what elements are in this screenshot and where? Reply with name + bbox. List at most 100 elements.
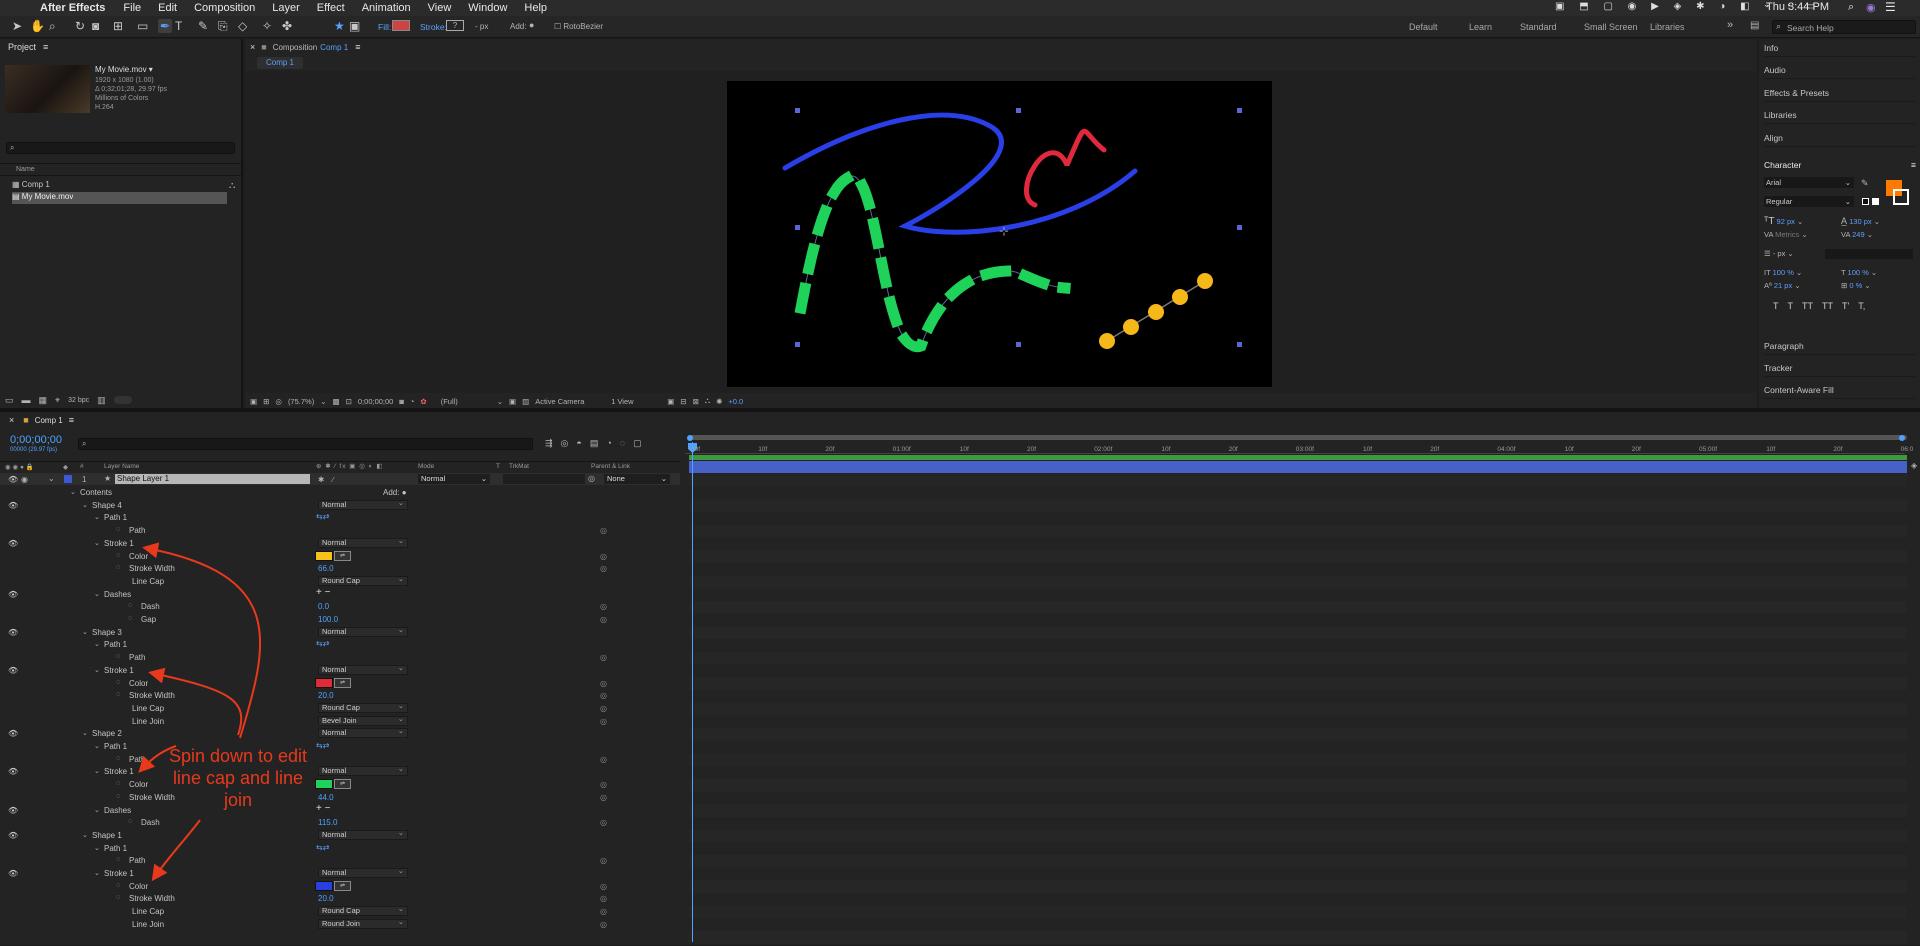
text-style-button[interactable]: T <box>1788 301 1794 311</box>
stopwatch-icon[interactable]: ◌ <box>116 552 120 559</box>
graph-editor-icon[interactable]: ◌ <box>620 438 625 449</box>
footage-name[interactable]: My Movie.mov ▾ <box>95 65 153 74</box>
color-swatch[interactable] <box>315 677 333 688</box>
expand-chevron-icon[interactable]: ⌄ <box>94 844 100 852</box>
property-dropdown[interactable]: Normal <box>318 664 408 675</box>
property-dropdown[interactable]: Normal <box>318 765 408 777</box>
anchor-point-icon[interactable]: ⊹ <box>999 224 1009 238</box>
tracking-field[interactable]: VA 249 ⌄ <box>1841 230 1873 239</box>
menu-edit[interactable]: Edit <box>158 2 177 14</box>
comp-end-marker-icon[interactable]: ◈ <box>1911 461 1917 470</box>
property-row-path-1[interactable]: ⌄ Path 1 ⇆⇄ <box>0 511 680 524</box>
eyedropper-icon[interactable]: ⇌ <box>334 779 351 790</box>
panel-libraries[interactable]: Libraries <box>1764 106 1916 124</box>
menu-animation[interactable]: Animation <box>362 2 411 14</box>
spotlight-icon[interactable]: ⌕ <box>1848 1 1854 14</box>
property-dropdown[interactable]: Round Cap <box>318 905 408 917</box>
expand-chevron-icon[interactable]: ⌄ <box>94 666 100 674</box>
timeline-timecode[interactable]: 0;00;00;00 <box>10 434 62 446</box>
property-row-line-join[interactable]: Line Join Round Join ◎ <box>0 918 680 931</box>
help-search-field[interactable]: ⌕ Search Help <box>1772 20 1916 34</box>
layer-switches-header[interactable]: ⊕ ✱ ⁄ fx ▣ ◎ ◐ ◧ <box>316 462 384 470</box>
path-direction-icon[interactable]: ⇆⇄ <box>316 843 329 852</box>
stroke-order-dropdown[interactable] <box>1825 249 1913 259</box>
stopwatch-icon[interactable]: ◌ <box>116 793 120 800</box>
visibility-eye-icon[interactable]: 👁 <box>8 831 18 840</box>
current-time-indicator[interactable] <box>692 442 693 942</box>
pickwhip-icon[interactable]: ◎ <box>600 856 607 865</box>
expand-chevron-icon[interactable]: ⌄ <box>82 501 88 509</box>
label-column-icon[interactable]: ◆ <box>63 463 68 471</box>
path-direction-icon[interactable]: ⇆⇄ <box>316 741 329 750</box>
star-icon[interactable]: ★ <box>334 19 345 33</box>
visibility-eye-icon[interactable]: 👁 <box>8 501 18 510</box>
project-item-comp1[interactable]: ▦ Comp 1 <box>12 180 227 192</box>
eyedropper-icon[interactable]: ⇌ <box>334 677 351 688</box>
property-value[interactable]: 20.0 <box>318 691 334 700</box>
add-icon[interactable]: ● <box>529 20 534 30</box>
app-menu[interactable]: After Effects <box>40 2 105 14</box>
pickwhip-icon[interactable]: ◎ <box>600 907 607 916</box>
motion-blur-icon[interactable]: ◔ <box>606 438 611 449</box>
text-style-button[interactable]: TT <box>1822 301 1833 311</box>
eyedropper-icon[interactable]: ✎ <box>1861 178 1869 189</box>
expand-chevron-icon[interactable]: ⌄ <box>94 869 100 877</box>
black-swatch[interactable] <box>1862 198 1869 205</box>
property-row-stroke-1[interactable]: 👁 ⌄ Stroke 1 Normal <box>0 765 680 778</box>
stopwatch-icon[interactable]: ◌ <box>116 526 120 533</box>
siri-icon[interactable]: ◉ <box>1866 1 1876 14</box>
menu-window[interactable]: Window <box>468 2 507 14</box>
menu-view[interactable]: View <box>428 2 452 14</box>
stopwatch-icon[interactable]: ◌ <box>128 602 132 609</box>
expand-chevron-icon[interactable]: ⌄ <box>70 488 76 496</box>
property-row-path-1[interactable]: ⌄ Path 1 ⇆⇄ <box>0 638 680 651</box>
eyedropper-icon[interactable]: ⇌ <box>334 880 351 891</box>
stroke-color-swatch[interactable] <box>1893 189 1909 205</box>
panel-content-aware-fill[interactable]: Content-Aware Fill <box>1764 381 1916 399</box>
exposure-value[interactable]: +0.0 <box>728 397 743 406</box>
pickwhip-icon[interactable]: ◎ <box>600 882 607 891</box>
property-row-dash[interactable]: ◌ Dash 115.0 ◎ <box>0 816 680 829</box>
stopwatch-icon[interactable]: ◌ <box>116 856 120 863</box>
character-title[interactable]: Character <box>1764 160 1801 170</box>
panel-effects-presets[interactable]: Effects & Presets <box>1764 84 1916 102</box>
project-title[interactable]: Project <box>8 42 36 52</box>
parent-pickwhip-icon[interactable]: ◎ <box>588 474 595 483</box>
pixel-aspect-icon[interactable]: ▣ <box>667 397 674 406</box>
flowchart-icon[interactable]: ⛬ <box>229 180 235 191</box>
property-value[interactable]: 100.0 <box>318 615 338 624</box>
visibility-eye-icon[interactable]: 👁 <box>8 666 18 675</box>
av-switches-icon[interactable]: ◉ ◉ ● 🔒 <box>5 463 34 471</box>
pickwhip-icon[interactable]: ◎ <box>600 615 607 624</box>
pickwhip-icon[interactable]: ◎ <box>600 653 607 662</box>
property-dropdown[interactable]: Round Cap <box>318 702 408 713</box>
composition-tab-name[interactable]: Comp 1 <box>320 43 348 52</box>
property-row-shape-3[interactable]: 👁 ⌄ Shape 3 Normal <box>0 626 680 639</box>
expand-chevron-icon[interactable]: ⌄ <box>82 729 88 737</box>
rotate-tool-icon[interactable]: ↻ <box>75 19 85 33</box>
property-row-contents[interactable]: ⌄ Contents Add: ● <box>0 486 680 499</box>
visibility-eye-icon[interactable]: 👁 <box>8 806 18 815</box>
property-row-stroke-width[interactable]: ◌ Stroke Width 66.0 ◎ <box>0 562 680 575</box>
rotobezier-checkbox[interactable]: ☐ RotoBezier <box>554 22 603 31</box>
eyedropper-icon[interactable]: ⇌ <box>334 550 351 561</box>
stopwatch-icon[interactable]: ◌ <box>116 755 120 762</box>
camera-tool-icon[interactable]: ◙ <box>92 19 99 33</box>
bpc-label[interactable]: 32 bpc <box>68 397 89 404</box>
text-style-button[interactable]: T <box>1773 301 1779 311</box>
grid-icon[interactable]: ⊞ <box>263 397 269 406</box>
t-header[interactable]: T <box>496 463 500 470</box>
new-folder-icon[interactable]: ▬ <box>22 395 31 405</box>
expand-chevron-icon[interactable]: ⌄ <box>82 628 88 636</box>
trash-icon[interactable]: ▥ <box>97 395 106 406</box>
trkmat-header[interactable]: TrkMat <box>509 463 529 470</box>
property-row-shape-4[interactable]: 👁 ⌄ Shape 4 Normal <box>0 499 680 512</box>
stroke-px[interactable]: - px <box>475 22 488 31</box>
search-toggle-icon[interactable]: ▤ <box>1750 20 1759 31</box>
layer-row[interactable]: 👁 ◉ ⌄ 1 ★ Shape Layer 1 ✱ ⁄ Normal ⌄ ◎ No… <box>0 473 680 485</box>
stopwatch-icon[interactable]: ◌ <box>128 818 132 825</box>
type-tool-icon[interactable]: T <box>175 19 182 33</box>
zoom-tool-icon[interactable]: ⌕ <box>49 19 56 34</box>
color-swatch[interactable] <box>315 550 333 561</box>
vertical-scale-field[interactable]: IT 100 % ⌄ <box>1764 268 1802 277</box>
